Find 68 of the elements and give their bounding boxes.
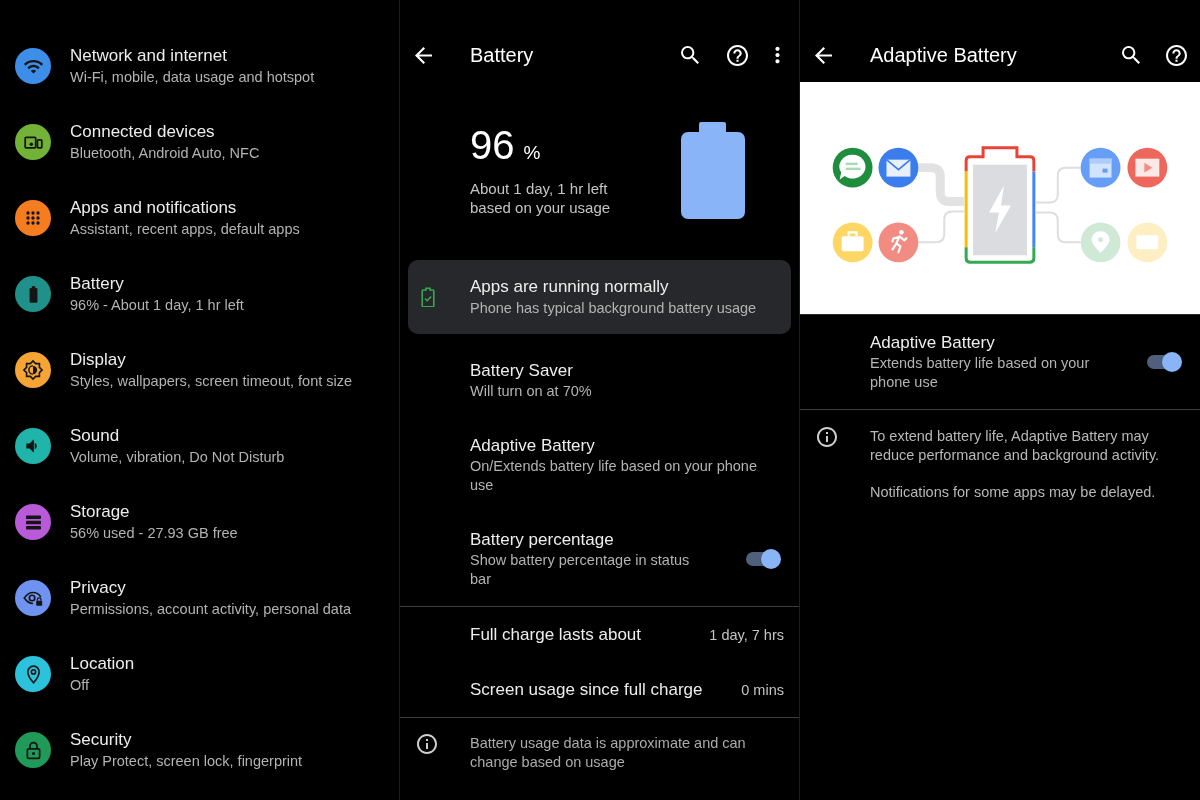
mail-icon: [878, 147, 919, 188]
more-options-icon[interactable]: [775, 46, 780, 64]
briefcase-icon: [832, 222, 873, 263]
stat-label: Full charge lasts about: [470, 623, 642, 646]
preference-title[interactable]: Adaptive Battery: [470, 435, 595, 457]
setting-title[interactable]: Battery: [70, 273, 124, 295]
setting-title[interactable]: Adaptive Battery: [870, 332, 995, 354]
card-summary: Phone has typical background battery usage: [470, 299, 757, 318]
connector-line: [1034, 211, 1082, 244]
toggle-switch[interactable]: [1146, 352, 1182, 372]
card-title: Apps are running normally: [470, 276, 669, 298]
setting-summary: Off: [70, 676, 90, 695]
setting-title[interactable]: Storage: [70, 501, 130, 523]
setting-title[interactable]: Security: [70, 729, 132, 751]
setting-title[interactable]: Connected devices: [70, 121, 215, 143]
setting-summary: 56% used - 27.93 GB free: [70, 524, 238, 543]
time-remaining-text: About 1 day, 1 hr left based on your usage: [470, 179, 612, 217]
runner-icon: [878, 222, 919, 263]
back-arrow-icon[interactable]: [415, 46, 432, 64]
connector-line: [1034, 166, 1082, 204]
setting-summary: Extends battery life based on your phone use: [870, 354, 1091, 392]
calendar-icon: [1080, 147, 1121, 188]
preference-title[interactable]: Battery percentage: [470, 529, 614, 551]
chat-bubble-icon: [832, 147, 873, 188]
preference-summary: Will turn on at 70%: [470, 382, 592, 401]
info-text: Notifications for some apps may be delayed.: [870, 483, 1157, 502]
battery-percentage: 96: [470, 122, 515, 169]
setting-summary: Bluetooth, Android Auto, NFC: [70, 144, 260, 163]
setting-title[interactable]: Sound: [70, 425, 120, 447]
screen-title: Adaptive Battery: [870, 43, 1017, 68]
screen-title: Battery: [470, 43, 534, 68]
setting-title[interactable]: Location: [70, 653, 135, 675]
help-icon[interactable]: [727, 44, 748, 66]
stat-label: Screen usage since full charge: [470, 678, 703, 701]
back-arrow-icon[interactable]: [815, 46, 832, 64]
preference-summary: Show battery percentage in status bar: [470, 551, 691, 589]
setting-summary: Permissions, account activity, personal data: [70, 600, 351, 619]
stat-value: 1 day, 7 hrs: [709, 625, 784, 645]
battery-icon: [681, 122, 745, 219]
stat-value: 0 mins: [741, 680, 784, 700]
battery-check-icon: [421, 287, 435, 307]
status-card[interactable]: Apps are running normally Phone has typical background battery usage: [408, 260, 791, 334]
percent-sign: %: [523, 141, 541, 165]
location-pin-icon: [1080, 222, 1121, 263]
toggle-switch[interactable]: [745, 549, 781, 569]
help-icon[interactable]: [1166, 44, 1187, 66]
preference-summary: On/Extends battery life based on your phone use: [470, 457, 758, 495]
connector-line: [918, 163, 965, 206]
search-icon[interactable]: [681, 46, 699, 64]
setting-summary: Styles, wallpapers, screen timeout, font size: [70, 372, 353, 391]
setting-title[interactable]: Display: [70, 349, 126, 371]
footnote-text: Battery usage data is approximate and can change based on usage: [470, 734, 747, 772]
setting-summary: Volume, vibration, Do Not Disturb: [70, 448, 285, 467]
info-icon: [817, 427, 837, 447]
setting-title[interactable]: Network and internet: [70, 45, 227, 67]
preference-title[interactable]: Battery Saver: [470, 360, 573, 382]
search-icon[interactable]: [1122, 46, 1140, 64]
setting-summary: 96% - About 1 day, 1 hr left: [70, 296, 244, 315]
setting-title[interactable]: Privacy: [70, 577, 126, 599]
connector-line: [917, 210, 966, 244]
screen-icon: [1127, 222, 1168, 263]
setting-title[interactable]: Apps and notifications: [70, 197, 237, 219]
setting-summary: Assistant, recent apps, default apps: [70, 220, 300, 239]
info-text: To extend battery life, Adaptive Battery may reduce performance and background activity.: [870, 427, 1161, 465]
setting-summary: Wi-Fi, mobile, data usage and hotspot: [70, 68, 315, 87]
setting-summary: Play Protect, screen lock, fingerprint: [70, 752, 303, 771]
info-icon: [417, 734, 437, 754]
video-icon: [1127, 147, 1168, 188]
